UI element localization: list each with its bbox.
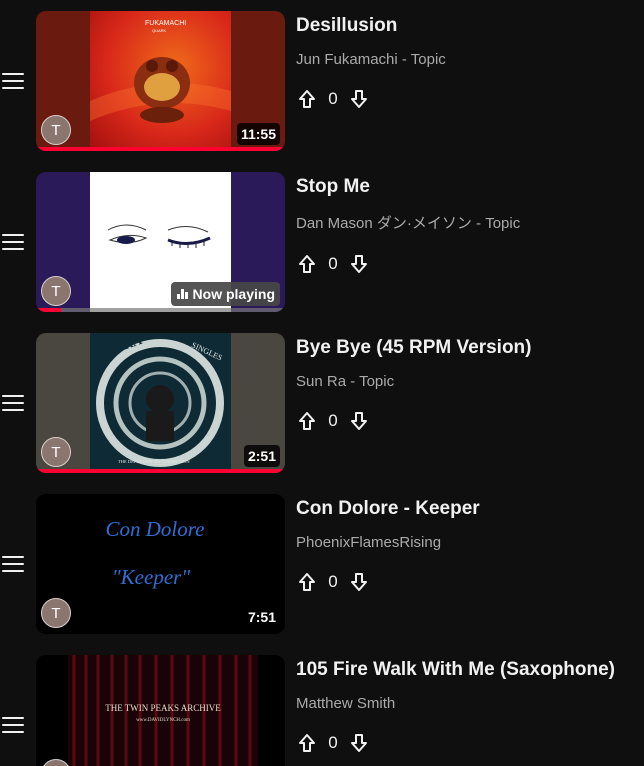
video-title[interactable]: 105 Fire Walk With Me (Saxophone) [296, 659, 636, 681]
album-art: SUN RA SINGLES THE DEFINITIVE 45s COLLEC… [90, 333, 231, 473]
equalizer-bars-icon [176, 289, 188, 299]
arrow-down-icon[interactable] [348, 732, 370, 754]
avatar[interactable]: T [41, 437, 71, 467]
drag-handle-icon[interactable] [2, 717, 26, 737]
watch-progress-bar [36, 308, 285, 312]
duration-badge: 11:55 [236, 123, 280, 145]
vote-count: 0 [328, 254, 338, 273]
now-playing-badge: Now playing [170, 282, 280, 306]
title-card-line2: "Keeper" [112, 565, 190, 589]
arrow-down-icon[interactable] [348, 88, 370, 110]
queue-item[interactable]: FUKAMACHI QUARK T 11:55 Desillusion Jun … [0, 11, 644, 151]
drag-handle-icon[interactable] [2, 73, 26, 93]
channel-name[interactable]: Dan Mason ダン·メイソン - Topic [296, 212, 636, 233]
video-title[interactable]: Stop Me [296, 176, 636, 198]
queue-item[interactable]: T Now playing Stop Me Dan Mason ダン·メイソン … [0, 172, 644, 312]
drag-handle-icon[interactable] [2, 556, 26, 576]
channel-name[interactable]: Sun Ra - Topic [296, 373, 636, 390]
thumbnail[interactable]: SUN RA SINGLES THE DEFINITIVE 45s COLLEC… [36, 333, 285, 473]
vote-controls: 0 [296, 410, 636, 432]
item-info: Desillusion Jun Fukamachi - Topic 0 [296, 11, 636, 110]
arrow-down-icon[interactable] [348, 253, 370, 275]
channel-name[interactable]: Matthew Smith [296, 695, 636, 712]
album-art-text: FUKAMACHI [145, 20, 186, 27]
queue-item[interactable]: Con Dolore "Keeper" T 7:51 Con Dolore - … [0, 494, 644, 634]
thumbnail[interactable]: T Now playing [36, 172, 285, 312]
arrow-up-icon[interactable] [296, 410, 318, 432]
avatar[interactable]: T [41, 598, 71, 628]
album-art-image: THE TWIN PEAKS ARCHIVE www.DAVIDLYNCH.co… [68, 655, 258, 766]
drag-handle-icon[interactable] [2, 234, 26, 254]
avatar[interactable]: T [41, 759, 71, 766]
arrow-up-icon[interactable] [296, 253, 318, 275]
album-art-text: THE TWIN PEAKS ARCHIVE [105, 703, 221, 713]
item-info: Bye Bye (45 RPM Version) Sun Ra - Topic … [296, 333, 636, 432]
watch-progress-bar [36, 147, 285, 151]
thumbnail[interactable]: FUKAMACHI QUARK T 11:55 [36, 11, 285, 151]
arrow-down-icon[interactable] [348, 571, 370, 593]
arrow-up-icon[interactable] [296, 732, 318, 754]
watch-progress-bar [36, 469, 285, 473]
drag-handle-icon[interactable] [2, 395, 26, 415]
queue-list: FUKAMACHI QUARK T 11:55 Desillusion Jun … [0, 0, 644, 766]
album-art-caption: THE DEFINITIVE 45s COLLECTION [118, 459, 190, 464]
video-title[interactable]: Desillusion [296, 15, 636, 37]
arrow-down-icon[interactable] [348, 410, 370, 432]
thumbnail[interactable]: Con Dolore "Keeper" T 7:51 [36, 494, 285, 634]
watch-progress-fill [36, 308, 61, 312]
vote-controls: 0 [296, 571, 636, 593]
album-art: FUKAMACHI QUARK [90, 11, 231, 151]
vote-count: 0 [328, 411, 338, 430]
album-art-subtext: QUARK [152, 28, 167, 33]
watch-progress-fill [36, 469, 285, 473]
album-art-subtext: www.DAVIDLYNCH.com [136, 718, 190, 723]
queue-item[interactable]: SUN RA SINGLES THE DEFINITIVE 45s COLLEC… [0, 333, 644, 473]
item-info: Stop Me Dan Mason ダン·メイソン - Topic 0 [296, 172, 636, 275]
vote-controls: 0 [296, 253, 636, 275]
avatar[interactable]: T [41, 115, 71, 145]
album-art: THE TWIN PEAKS ARCHIVE www.DAVIDLYNCH.co… [68, 655, 258, 766]
channel-name[interactable]: Jun Fukamachi - Topic [296, 51, 636, 68]
channel-name[interactable]: PhoenixFlamesRising [296, 534, 636, 551]
duration-badge: 2:51 [243, 445, 280, 467]
avatar[interactable]: T [41, 276, 71, 306]
vote-controls: 0 [296, 88, 636, 110]
title-card-line1: Con Dolore [106, 517, 205, 541]
vote-count: 0 [328, 89, 338, 108]
item-info: Con Dolore - Keeper PhoenixFlamesRising … [296, 494, 636, 593]
watch-progress-fill [36, 147, 285, 151]
video-title[interactable]: Con Dolore - Keeper [296, 498, 636, 520]
album-art-image: SUN RA SINGLES THE DEFINITIVE 45s COLLEC… [90, 333, 231, 473]
item-info: 105 Fire Walk With Me (Saxophone) Matthe… [296, 655, 636, 754]
vote-controls: 0 [296, 732, 636, 754]
thumbnail[interactable]: THE TWIN PEAKS ARCHIVE www.DAVIDLYNCH.co… [36, 655, 285, 766]
vote-count: 0 [328, 733, 338, 752]
video-title[interactable]: Bye Bye (45 RPM Version) [296, 337, 636, 359]
arrow-up-icon[interactable] [296, 88, 318, 110]
duration-badge: 7:51 [243, 606, 280, 628]
album-art-image: FUKAMACHI QUARK [90, 11, 231, 151]
now-playing-label: Now playing [192, 286, 275, 302]
queue-item[interactable]: THE TWIN PEAKS ARCHIVE www.DAVIDLYNCH.co… [0, 655, 644, 766]
arrow-up-icon[interactable] [296, 571, 318, 593]
vote-count: 0 [328, 572, 338, 591]
